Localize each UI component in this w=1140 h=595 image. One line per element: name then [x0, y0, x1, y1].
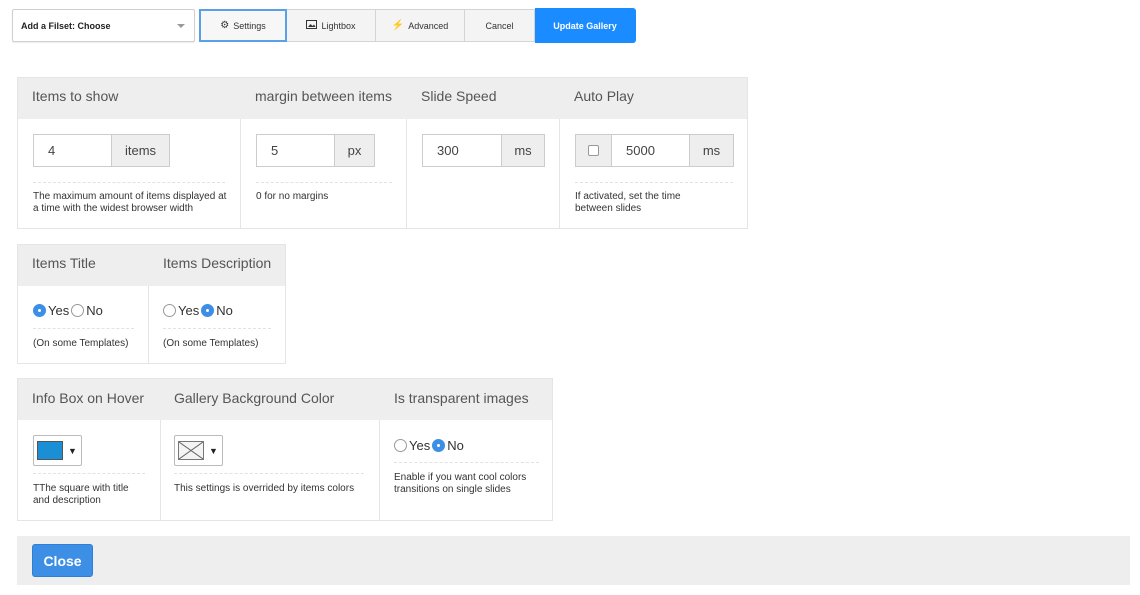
yes-label: Yes [178, 303, 200, 318]
divider [33, 182, 225, 183]
update-gallery-label: Update Gallery [553, 20, 617, 31]
items-title-no-radio[interactable] [71, 304, 85, 317]
color-swatch [37, 441, 63, 460]
transparent-yes-radio[interactable] [394, 439, 407, 452]
header-items-description: Items Description [163, 255, 272, 271]
no-label: No [86, 303, 103, 318]
lightbox-label: Lightbox [321, 20, 356, 31]
auto-play-help-text: If activated, set the time between slide… [575, 191, 681, 214]
margin-input[interactable]: 5 [256, 134, 334, 167]
items-title-help-text: (On some Templates) [33, 338, 129, 349]
header-info-box: Info Box on Hover [32, 390, 145, 406]
column-divider [379, 420, 380, 521]
column-divider [148, 286, 149, 364]
settings-label: Settings [233, 20, 266, 31]
margin-help-text: 0 for no margins [256, 191, 329, 202]
column-divider [240, 119, 241, 229]
header-transparent-images: Is transparent images [394, 390, 529, 406]
chevron-down-icon [177, 24, 185, 28]
no-color-icon [178, 441, 204, 460]
transparent-images-radio-group: Yes No [394, 438, 464, 453]
header-gallery-bg-color: Gallery Background Color [174, 390, 335, 406]
auto-play-unit: ms [689, 134, 734, 167]
slide-speed-input[interactable]: 300 [422, 134, 501, 167]
no-label: No [447, 438, 464, 453]
fileset-select[interactable]: Add a Filset: Choose [12, 9, 195, 42]
header-items-to-show: Items to show [32, 88, 119, 104]
auto-play-interval-input[interactable]: 5000 [611, 134, 689, 167]
lightbox-button[interactable]: Lightbox [287, 9, 376, 42]
yes-label: Yes [409, 438, 431, 453]
items-description-no-radio[interactable] [201, 304, 215, 317]
lightning-icon: ⚡ [391, 19, 405, 31]
items-description-help-text: (On some Templates) [163, 338, 259, 349]
gears-icon: ⚙ [220, 19, 230, 31]
items-to-show-input-group: 4 items [33, 134, 170, 167]
column-divider [559, 119, 560, 229]
cancel-label: Cancel [485, 20, 514, 31]
appearance-panel: Info Box on Hover Gallery Background Col… [17, 378, 553, 521]
margin-input-group: 5 px [256, 134, 375, 167]
items-title-radio-group: Yes No [33, 303, 103, 318]
header-margin: margin between items [255, 88, 392, 104]
header-auto-play: Auto Play [574, 88, 634, 104]
settings-button[interactable]: ⚙ Settings [199, 9, 287, 42]
margin-unit: px [334, 134, 375, 167]
checkbox-square [588, 145, 599, 156]
update-gallery-button[interactable]: Update Gallery [535, 8, 636, 43]
divider [33, 473, 145, 474]
transparent-help-text: Enable if you want cool colors transitio… [394, 472, 527, 495]
header-slide-speed: Slide Speed [421, 88, 497, 104]
caret-down-icon: ▼ [209, 445, 218, 456]
slide-speed-unit: ms [501, 134, 545, 167]
divider [174, 473, 364, 474]
cancel-button[interactable]: Cancel [465, 9, 535, 42]
auto-play-input-group: 5000 ms [575, 134, 734, 167]
info-box-color-picker[interactable]: ▼ [33, 435, 82, 466]
close-button[interactable]: Close [32, 544, 93, 577]
divider [163, 328, 271, 329]
column-divider [406, 119, 407, 229]
no-label: No [216, 303, 233, 318]
items-title-yes-radio[interactable] [33, 304, 46, 317]
divider [33, 328, 134, 329]
divider [394, 462, 539, 463]
divider [256, 182, 392, 183]
header-items-title: Items Title [32, 255, 96, 271]
divider [575, 182, 733, 183]
modal-footer: Close [17, 536, 1130, 585]
auto-play-checkbox[interactable] [575, 134, 611, 167]
slide-speed-input-group: 300 ms [422, 134, 545, 167]
image-icon [306, 19, 318, 32]
items-help-text: The maximum amount of items displayed at… [33, 191, 227, 214]
yes-label: Yes [48, 303, 70, 318]
slider-settings-panel: Items to show margin between items Slide… [17, 77, 748, 229]
items-to-show-input[interactable]: 4 [33, 134, 111, 167]
advanced-button[interactable]: ⚡ Advanced [376, 9, 465, 42]
items-text-panel: Items Title Items Description Yes No (On… [17, 244, 286, 364]
gallery-bg-help-text: This settings is overrided by items colo… [174, 483, 355, 494]
items-unit: items [111, 134, 170, 167]
column-divider [160, 420, 161, 521]
fileset-label: Add a Filset: Choose [21, 20, 111, 31]
gallery-bg-color-picker[interactable]: ▼ [174, 435, 223, 466]
info-box-help-text: TThe square with title and description [33, 483, 129, 506]
advanced-label: Advanced [408, 20, 449, 31]
items-description-radio-group: Yes No [163, 303, 233, 318]
caret-down-icon: ▼ [68, 445, 77, 456]
items-description-yes-radio[interactable] [163, 304, 176, 317]
transparent-no-radio[interactable] [432, 439, 446, 452]
top-toolbar: Add a Filset: Choose ⚙ Settings Lightbox… [12, 8, 636, 43]
